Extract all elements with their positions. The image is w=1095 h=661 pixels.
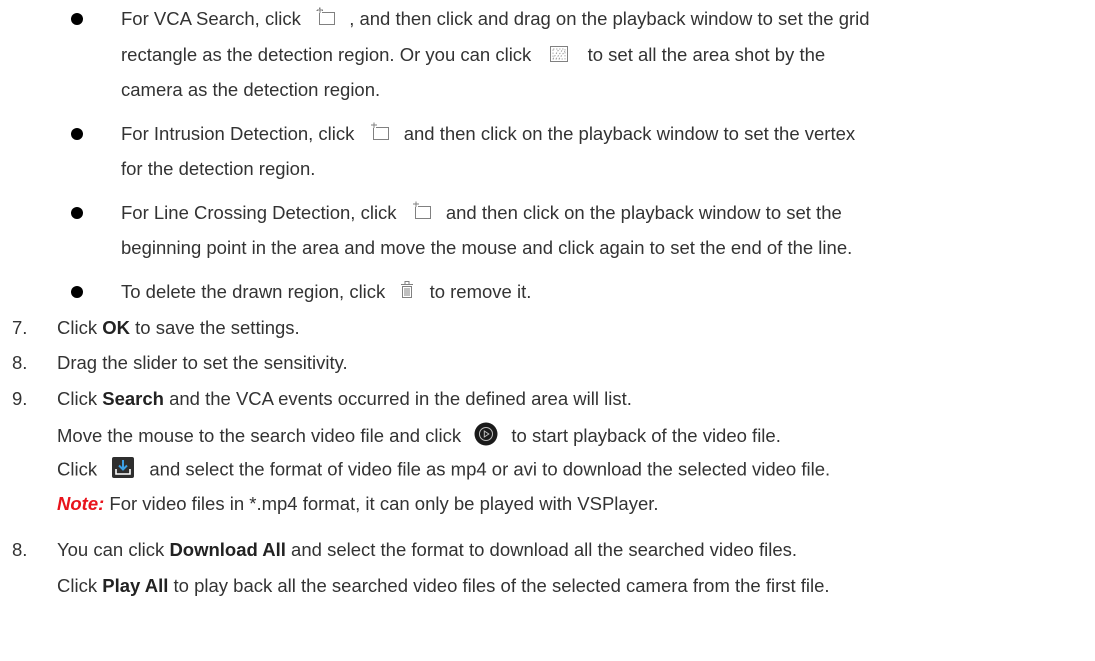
bullet-text: and then click on the playback window to… bbox=[403, 123, 856, 144]
add-region-icon bbox=[412, 201, 432, 227]
step-number: 8. bbox=[12, 539, 28, 560]
bullet-3-line-1: For Line Crossing Detection, click and t… bbox=[121, 201, 842, 227]
step-text: Click bbox=[57, 317, 103, 338]
document-page: For VCA Search, click , and then click a… bbox=[0, 0, 1095, 661]
bullet-dot bbox=[71, 286, 83, 298]
bullet-text: beginning point in the area and move the… bbox=[121, 237, 853, 258]
bullet-text: rectangle as the detection region. Or yo… bbox=[121, 44, 532, 65]
bullet-2-line-1: For Intrusion Detection, click and then … bbox=[121, 122, 855, 148]
step-9-sub-line-1: Move the mouse to the search video file … bbox=[57, 422, 781, 452]
step-8-text: Drag the slider to set the sensitivity. bbox=[57, 352, 348, 373]
step-10-line-1: You can click Download All and select th… bbox=[57, 538, 797, 562]
download-icon bbox=[112, 457, 135, 484]
step-text: to start playback of the video file. bbox=[511, 424, 781, 446]
step-text: Move the mouse to the search video file … bbox=[57, 424, 462, 446]
step-number: 8. bbox=[12, 352, 28, 373]
note-line: Note: For video files in *.mp4 format, i… bbox=[57, 492, 659, 516]
step-text: to save the settings. bbox=[129, 317, 300, 338]
bullet-text: For VCA Search, click bbox=[121, 8, 301, 29]
bullet-3-line-2: beginning point in the area and move the… bbox=[121, 236, 852, 260]
bullet-text: for the detection region. bbox=[121, 158, 316, 179]
step-number: 7. bbox=[12, 317, 28, 338]
bullet-dot bbox=[71, 13, 83, 25]
play-all-label: Play All bbox=[102, 575, 169, 596]
step-text: Click bbox=[57, 388, 103, 409]
bullet-text: to remove it. bbox=[429, 281, 532, 302]
step-9-sub-line-2: Click and select the format of video fil… bbox=[57, 457, 830, 484]
step-text: Click bbox=[57, 575, 103, 596]
bullet-text: camera as the detection region. bbox=[121, 79, 381, 100]
bullet-text: to set all the area shot by the bbox=[587, 44, 826, 65]
add-region-icon bbox=[370, 122, 390, 148]
note-text: For video files in *.mp4 format, it can … bbox=[104, 493, 659, 514]
step-text: You can click bbox=[57, 539, 170, 560]
note-label: Note: bbox=[57, 493, 105, 514]
bullet-dot bbox=[71, 128, 83, 140]
bullet-4-line-1: To delete the drawn region, click to rem… bbox=[121, 280, 531, 305]
step-number: 9. bbox=[12, 388, 28, 409]
step-text: and the VCA events occurred in the defin… bbox=[163, 388, 632, 409]
step-text: Click bbox=[57, 458, 98, 480]
bullet-1-line-1: For VCA Search, click , and then click a… bbox=[121, 7, 870, 33]
bullet-text: and then click on the playback window to… bbox=[445, 202, 842, 223]
full-screen-grid-icon bbox=[550, 44, 569, 68]
play-icon bbox=[474, 422, 498, 452]
step-9-text: Click Search and the VCA events occurred… bbox=[57, 387, 632, 411]
bullet-2-line-2: for the detection region. bbox=[121, 157, 315, 181]
bullet-text: For Intrusion Detection, click bbox=[121, 123, 355, 144]
step-text: and select the format to download all th… bbox=[285, 539, 798, 560]
delete-icon bbox=[400, 281, 414, 305]
bullet-dot bbox=[71, 207, 83, 219]
bullet-1-line-2: rectangle as the detection region. Or yo… bbox=[121, 43, 825, 68]
add-region-icon bbox=[316, 7, 336, 33]
step-text: to play back all the searched video file… bbox=[168, 575, 830, 596]
bullet-1-line-3: camera as the detection region. bbox=[121, 78, 380, 102]
step-text: and select the format of video file as m… bbox=[149, 458, 831, 480]
step-7-text: Click OK to save the settings. bbox=[57, 316, 300, 340]
search-label: Search bbox=[102, 388, 164, 409]
step-10-line-2: Click Play All to play back all the sear… bbox=[57, 574, 830, 598]
ok-label: OK bbox=[102, 317, 130, 338]
bullet-text: To delete the drawn region, click bbox=[121, 281, 386, 302]
bullet-text: , and then click and drag on the playbac… bbox=[349, 8, 870, 29]
bullet-text: For Line Crossing Detection, click bbox=[121, 202, 397, 223]
download-all-label: Download All bbox=[169, 539, 286, 560]
